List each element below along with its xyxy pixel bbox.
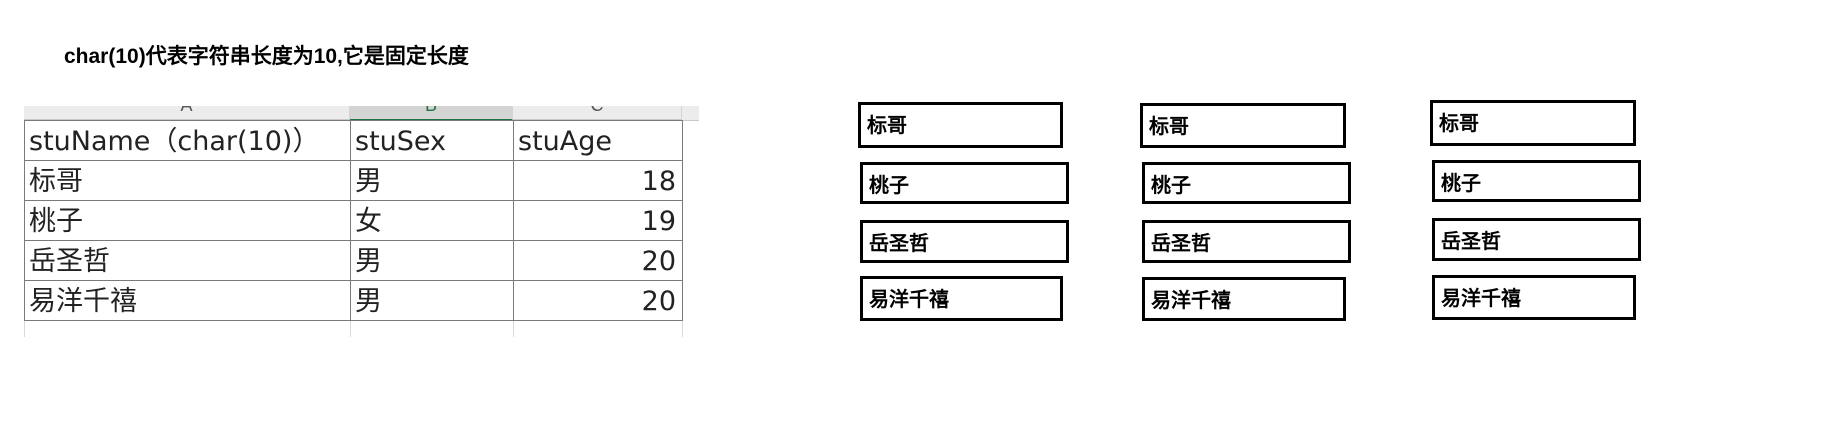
empty-cell[interactable] bbox=[513, 320, 683, 337]
table-row: 岳圣哲 男 20 bbox=[24, 240, 683, 281]
header-cell-stuage[interactable]: stuAge bbox=[513, 120, 683, 161]
table-header-row: stuName（char(10)） stuSex stuAge bbox=[24, 120, 683, 161]
name-box: 桃子 bbox=[1432, 160, 1641, 202]
name-box: 标哥 bbox=[1430, 100, 1636, 146]
column-header-edge bbox=[682, 106, 699, 121]
age-cell[interactable]: 19 bbox=[513, 200, 683, 241]
sex-cell[interactable]: 男 bbox=[350, 240, 514, 281]
column-letter: A bbox=[24, 106, 349, 116]
name-box: 易洋千禧 bbox=[1142, 277, 1346, 321]
name-box: 岳圣哲 bbox=[1432, 218, 1641, 261]
column-header-c[interactable]: C bbox=[513, 106, 682, 120]
name-box: 易洋千禧 bbox=[860, 276, 1063, 321]
column-header-b[interactable]: B bbox=[350, 106, 513, 121]
sex-cell[interactable]: 男 bbox=[350, 280, 514, 321]
name-box: 桃子 bbox=[860, 162, 1069, 204]
table-row: 标哥 男 18 bbox=[24, 160, 683, 201]
name-box: 易洋千禧 bbox=[1432, 275, 1636, 320]
table-row: 易洋千禧 男 20 bbox=[24, 280, 683, 321]
header-cell-stuname[interactable]: stuName（char(10)） bbox=[24, 120, 351, 161]
spreadsheet: A B C stuName（char(10)） stuSex stuAge 标哥… bbox=[24, 106, 699, 342]
empty-row bbox=[24, 320, 683, 337]
page-title: char(10)代表字符串长度为10,它是固定长度 bbox=[64, 45, 469, 68]
age-cell[interactable]: 20 bbox=[513, 280, 683, 321]
table-row: 桃子 女 19 bbox=[24, 200, 683, 241]
age-cell[interactable]: 18 bbox=[513, 160, 683, 201]
name-cell[interactable]: 岳圣哲 bbox=[24, 240, 351, 281]
name-box: 桃子 bbox=[1142, 162, 1351, 204]
column-letter: C bbox=[513, 106, 681, 116]
name-cell[interactable]: 桃子 bbox=[24, 200, 351, 241]
header-cell-stusex[interactable]: stuSex bbox=[350, 120, 514, 161]
name-box: 岳圣哲 bbox=[860, 220, 1069, 263]
sex-cell[interactable]: 女 bbox=[350, 200, 514, 241]
name-box: 岳圣哲 bbox=[1142, 220, 1351, 263]
data-table: stuName（char(10)） stuSex stuAge 标哥 男 18 … bbox=[24, 120, 683, 337]
column-header-a[interactable]: A bbox=[24, 106, 350, 120]
name-cell[interactable]: 标哥 bbox=[24, 160, 351, 201]
name-box: 标哥 bbox=[858, 102, 1063, 148]
sex-cell[interactable]: 男 bbox=[350, 160, 514, 201]
empty-cell[interactable] bbox=[350, 320, 514, 337]
column-letter: B bbox=[350, 106, 512, 116]
name-box: 标哥 bbox=[1140, 103, 1346, 148]
age-cell[interactable]: 20 bbox=[513, 240, 683, 281]
name-cell[interactable]: 易洋千禧 bbox=[24, 280, 351, 321]
empty-cell[interactable] bbox=[24, 320, 351, 337]
